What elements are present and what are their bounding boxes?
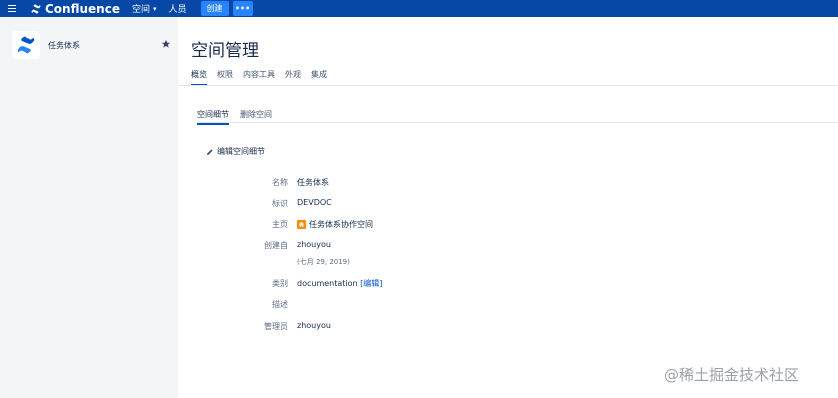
tabs-divider bbox=[178, 85, 838, 86]
main-content: 空间管理 概览 权限 内容工具 外观 集成 空间细节 删除空间 编辑空间细节 名… bbox=[178, 17, 838, 398]
detail-label-created: 创建自 bbox=[264, 241, 288, 250]
home-page-link[interactable]: 任务体系协作空间 bbox=[297, 219, 373, 230]
detail-value-name: 任务体系 bbox=[297, 178, 329, 187]
nav-spaces[interactable]: 空间 ▾ bbox=[131, 2, 157, 16]
top-navigation-bar: Confluence 空间 ▾ 人员 创建 ••• bbox=[0, 0, 838, 17]
detail-label-name: 名称 bbox=[272, 178, 288, 187]
nav-people-label: 人员 bbox=[168, 5, 187, 15]
edit-space-details-label: 编辑空间细节 bbox=[217, 147, 265, 156]
brand-name: Confluence bbox=[45, 1, 120, 16]
tab-overview[interactable]: 概览 bbox=[191, 69, 207, 86]
admin-tabs: 概览 权限 内容工具 外观 集成 bbox=[191, 69, 337, 86]
page-title: 空间管理 bbox=[191, 41, 259, 61]
confluence-icon bbox=[31, 4, 41, 13]
home-page-label: 任务体系协作空间 bbox=[309, 220, 373, 229]
detail-value-creator[interactable]: zhouyou bbox=[297, 240, 331, 249]
tab-look-and-feel[interactable]: 外观 bbox=[285, 69, 301, 86]
detail-value-category-row: documentation [编辑] bbox=[297, 278, 382, 289]
home-icon bbox=[297, 220, 306, 229]
detail-created-date: (七月 29, 2019) bbox=[297, 258, 350, 266]
more-icon: ••• bbox=[234, 4, 251, 13]
chevron-down-icon: ▾ bbox=[152, 4, 157, 13]
detail-label-home: 主页 bbox=[272, 220, 288, 229]
tab-content-tools[interactable]: 内容工具 bbox=[243, 69, 275, 86]
edit-category-link[interactable]: [编辑] bbox=[360, 279, 382, 288]
more-button[interactable]: ••• bbox=[232, 1, 253, 16]
watermark-text: @稀土掘金技术社区 bbox=[664, 366, 800, 384]
detail-value-category: documentation bbox=[297, 279, 358, 288]
detail-label-category: 类别 bbox=[272, 279, 288, 288]
create-button[interactable]: 创建 bbox=[200, 1, 229, 16]
detail-label-key: 标识 bbox=[272, 199, 288, 208]
confluence-space-icon bbox=[17, 36, 35, 54]
pencil-icon bbox=[207, 148, 213, 155]
tab-integrations[interactable]: 集成 bbox=[311, 69, 327, 86]
detail-label-admin: 管理员 bbox=[264, 322, 288, 331]
space-avatar[interactable] bbox=[12, 31, 40, 59]
space-name[interactable]: 任务体系 bbox=[48, 40, 80, 51]
detail-label-description: 描述 bbox=[272, 300, 288, 309]
confluence-logo[interactable]: Confluence bbox=[30, 0, 120, 17]
subtabs-divider bbox=[197, 122, 838, 123]
nav-spaces-label: 空间 bbox=[131, 5, 150, 15]
sidebar: 任务体系 bbox=[0, 17, 178, 398]
menu-icon[interactable] bbox=[0, 0, 24, 17]
nav-people[interactable]: 人员 bbox=[169, 2, 187, 15]
detail-value-admin[interactable]: zhouyou bbox=[297, 321, 331, 330]
tab-permissions[interactable]: 权限 bbox=[217, 69, 233, 86]
detail-value-key: DEVDOC bbox=[297, 198, 332, 207]
create-button-label: 创建 bbox=[206, 4, 223, 13]
edit-space-details-link[interactable]: 编辑空间细节 bbox=[206, 146, 265, 157]
star-icon[interactable] bbox=[161, 39, 171, 49]
